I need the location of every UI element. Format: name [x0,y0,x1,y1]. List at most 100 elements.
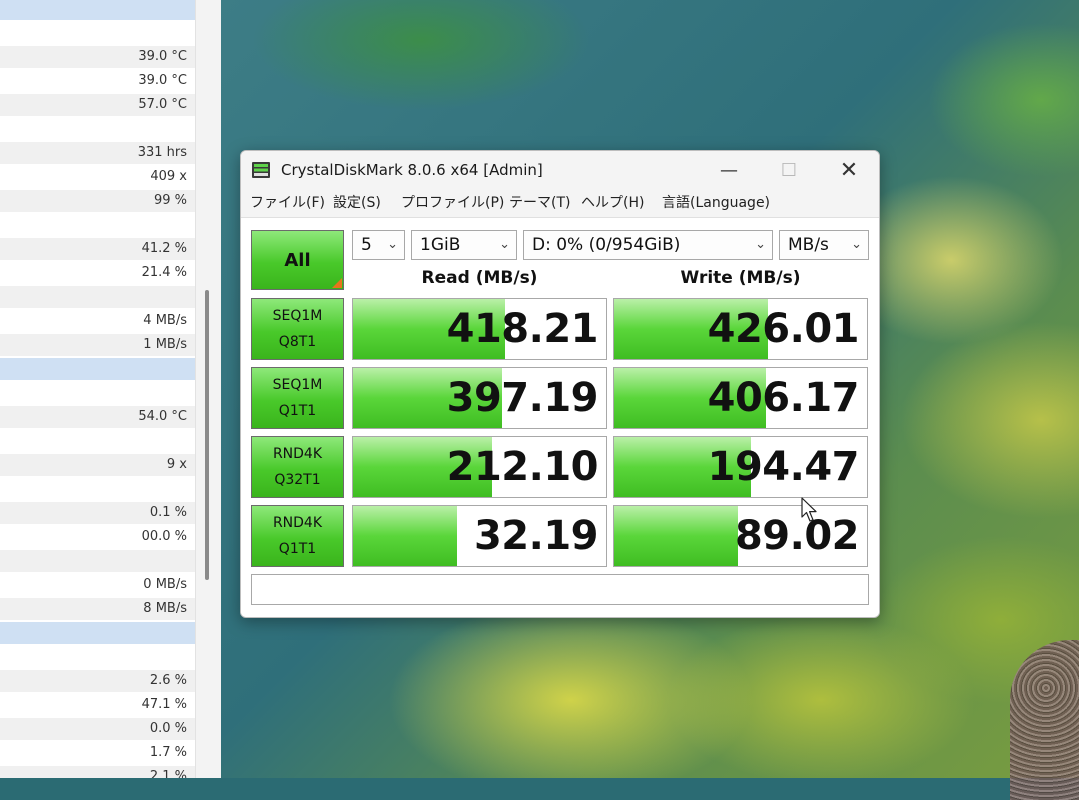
read-value: 397.19 [446,375,599,421]
monitor-row: 409 x [150,169,187,184]
all-button-corner-marker [332,278,342,288]
mouse-pointer-icon [801,497,817,522]
read-value: 32.19 [473,513,599,559]
menu-file[interactable]: ファイル(F) [250,189,325,217]
menu-help[interactable]: ヘルプ(H) [581,189,644,217]
write-value: 426.01 [707,306,860,352]
write-column-header: Write (MB/s) [680,268,801,288]
benchmark-panel: All 5 ⌄ 1GiB ⌄ D: 0% (0/954GiB) ⌄ MB/s ⌄… [241,217,879,617]
monitor-row [0,0,195,20]
write-result-rnd4k-q1t1: 89.02 [613,505,868,567]
menu-bar: ファイル(F) 設定(S) プロファイル(P) テーマ(T) ヘルプ(H) 言語… [241,189,879,217]
monitor-row: 2.1 % [0,766,195,778]
menu-settings[interactable]: 設定(S) [333,189,381,217]
monitor-row: 54.0 °C [0,406,195,428]
write-value: 194.47 [707,444,860,490]
drive-select[interactable]: D: 0% (0/954GiB) ⌄ [523,230,773,260]
test-label-line1: RND4K [272,446,323,462]
test-label-line2: Q1T1 [278,403,317,419]
monitor-row: 2.6 % [0,670,195,692]
monitor-row: 21.4 % [141,265,187,280]
monitor-row [0,646,195,668]
test-label-line2: Q1T1 [278,541,317,557]
write-value: 406.17 [707,375,860,421]
run-all-button[interactable]: All [251,230,344,290]
monitor-row [0,550,195,572]
test-button-seq1m-q1t1[interactable]: SEQ1M Q1T1 [251,367,344,429]
menu-theme[interactable]: テーマ(T) [509,189,570,217]
write-result-rnd4k-q32t1: 194.47 [613,436,868,498]
chevron-down-icon: ⌄ [851,237,862,252]
title-bar[interactable]: CrystalDiskMark 8.0.6 x64 [Admin] — ☐ ✕ [241,151,879,189]
monitor-row: 99 % [0,190,195,212]
chevron-down-icon: ⌄ [499,237,510,252]
test-button-rnd4k-q32t1[interactable]: RND4K Q32T1 [251,436,344,498]
crystaldiskmark-window: CrystalDiskMark 8.0.6 x64 [Admin] — ☐ ✕ … [240,150,880,618]
monitor-row [0,22,195,44]
run-all-label: All [284,249,311,271]
write-result-seq1m-q8t1: 426.01 [613,298,868,360]
maximize-button[interactable]: ☐ [759,151,819,189]
test-label-line2: Q32T1 [274,472,321,488]
menu-language[interactable]: 言語(Language) [662,189,770,217]
test-count-select[interactable]: 5 ⌄ [352,230,405,260]
minimize-button[interactable]: — [699,151,759,189]
monitor-row [0,286,195,308]
monitor-row: 4 MB/s [143,313,187,328]
test-count-value: 5 [361,235,372,255]
result-bar [353,506,457,566]
monitor-row [0,214,195,236]
read-result-rnd4k-q1t1: 32.19 [352,505,607,567]
read-column-header: Read (MB/s) [421,268,538,288]
monitor-row [0,622,195,644]
test-button-rnd4k-q1t1[interactable]: RND4K Q1T1 [251,505,344,567]
test-label-line2: Q8T1 [278,334,317,350]
test-label-line1: RND4K [272,515,323,531]
read-result-seq1m-q1t1: 397.19 [352,367,607,429]
test-button-seq1m-q8t1[interactable]: SEQ1M Q8T1 [251,298,344,360]
background-monitor-panel: 39.0 °C 39.0 °C 57.0 °C 331 hrs 409 x 99 % 41.… [0,0,195,778]
read-result-seq1m-q8t1: 418.21 [352,298,607,360]
monitor-row: 39.0 °C [0,46,195,68]
monitor-row: 0.1 % [0,502,195,524]
read-value: 418.21 [446,306,599,352]
test-label-line1: SEQ1M [272,308,323,324]
chevron-down-icon: ⌄ [755,237,766,252]
monitor-row: 0 MB/s [143,577,187,592]
monitor-row [0,118,195,140]
result-bar [614,506,738,566]
monitor-row [0,382,195,404]
close-button[interactable]: ✕ [819,151,879,189]
test-size-select[interactable]: 1GiB ⌄ [411,230,517,260]
write-result-seq1m-q1t1: 406.17 [613,367,868,429]
monitor-row: 1 MB/s [0,334,195,356]
monitor-row: 0.0 % [0,718,195,740]
monitor-row: 39.0 °C [138,73,187,88]
background-panel-scrollbar-thumb[interactable] [205,290,209,580]
chevron-down-icon: ⌄ [387,237,398,252]
monitor-row [0,478,195,500]
read-value: 212.10 [446,444,599,490]
maximize-icon: ☐ [780,159,798,181]
unit-value: MB/s [788,235,829,255]
monitor-row: 00.0 % [141,529,187,544]
monitor-row [0,430,195,452]
close-icon: ✕ [839,157,859,183]
drive-value: D: 0% (0/954GiB) [532,235,681,255]
unit-select[interactable]: MB/s ⌄ [779,230,869,260]
menu-profile[interactable]: プロファイル(P) [401,189,504,217]
monitor-row: 1.7 % [149,745,187,760]
window-title: CrystalDiskMark 8.0.6 x64 [Admin] [281,161,543,179]
minimize-icon: — [720,159,738,181]
monitor-row: 57.0 °C [0,94,195,116]
read-result-rnd4k-q32t1: 212.10 [352,436,607,498]
test-label-line1: SEQ1M [272,377,323,393]
monitor-row: 47.1 % [141,697,187,712]
monitor-row: 331 hrs [0,142,195,164]
write-value: 89.02 [734,513,860,559]
crystaldiskmark-icon [252,162,270,178]
comment-field[interactable] [251,574,869,605]
test-size-value: 1GiB [420,235,461,255]
monitor-row: 8 MB/s [0,598,195,620]
monitor-row [0,358,195,380]
